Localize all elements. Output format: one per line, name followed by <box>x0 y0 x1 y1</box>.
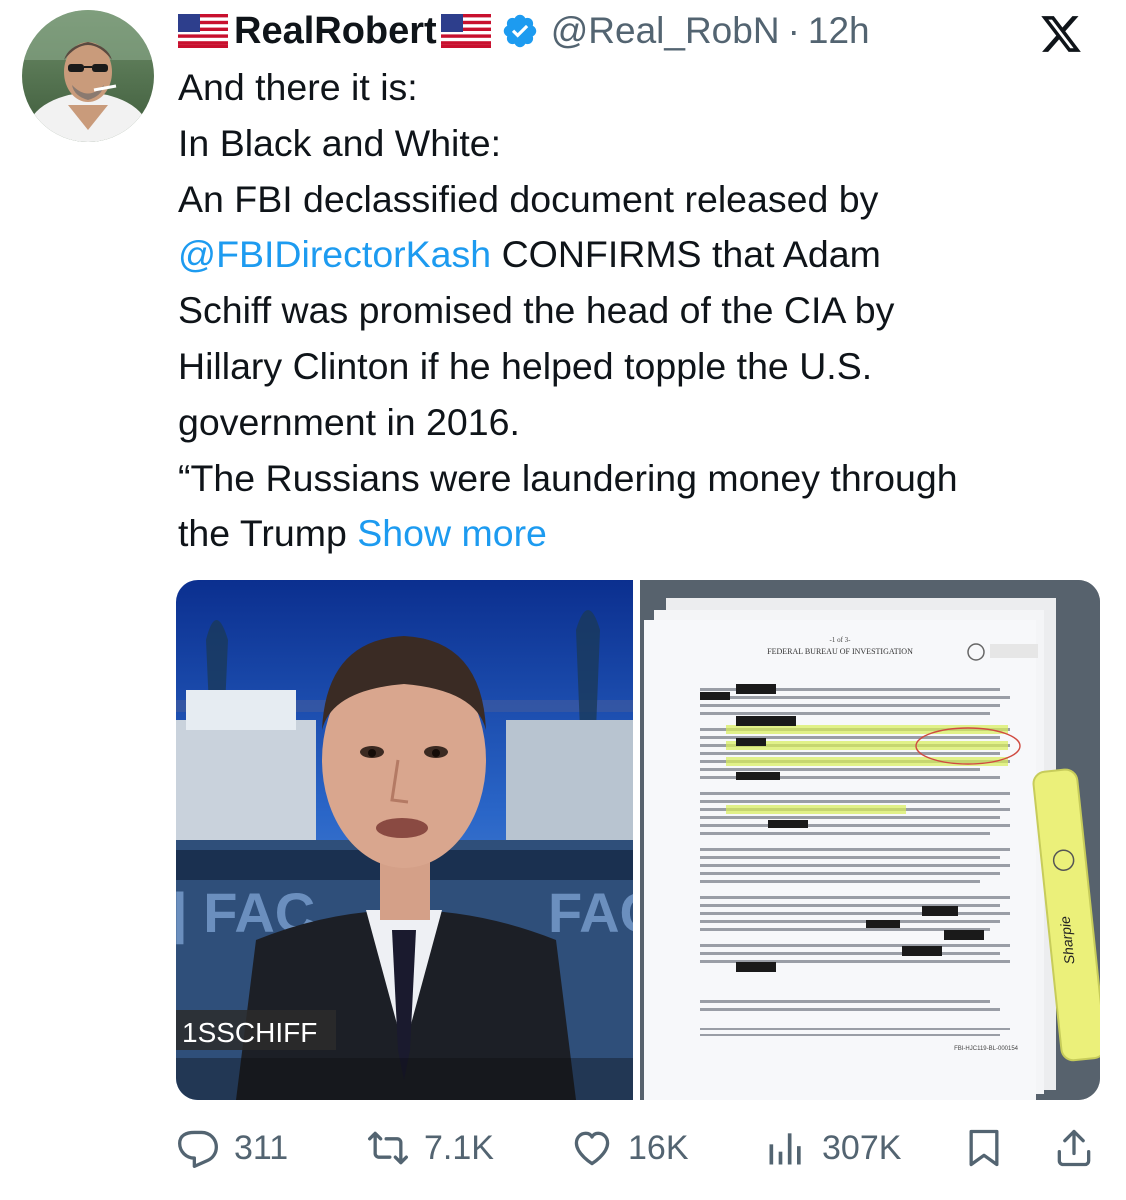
reply-count: 311 <box>234 1128 289 1167</box>
separator-dot: · <box>787 10 800 51</box>
avatar[interactable] <box>22 10 154 142</box>
like-icon <box>574 1131 610 1166</box>
avatar-image <box>22 10 154 142</box>
share-button[interactable] <box>1052 1118 1096 1178</box>
tweet-text: And there it is: In Black and White: An … <box>178 60 1108 562</box>
x-logo-icon[interactable] <box>1038 12 1084 56</box>
action-bar: 311 7.1K 16K 307K <box>176 1118 1096 1178</box>
views-button[interactable]: 307K <box>764 1118 901 1178</box>
mention-link[interactable]: @FBIDirectorKash <box>178 233 491 275</box>
us-flag-icon <box>440 14 491 48</box>
views-count: 307K <box>822 1128 902 1167</box>
repost-button[interactable]: 7.1K <box>366 1118 494 1178</box>
tweet-text-line: government in 2016. <box>178 400 520 443</box>
tweet-text-fragment: CONFIRMS that Adam <box>491 233 881 276</box>
tweet-text-line: @FBIDirectorKash CONFIRMS that Adam <box>178 227 1108 283</box>
media-grid: | FAC FAC 1SSCHIFF -1 of 3- FEDERA <box>176 580 1100 1100</box>
tweet-text-line: An FBI declassified document released by <box>178 177 879 220</box>
reply-button[interactable]: 311 <box>176 1118 288 1178</box>
tweet-text-fragment: the Trump <box>178 512 358 555</box>
svg-text:FAC: FAC <box>548 881 633 944</box>
display-name[interactable]: RealRobert <box>234 10 437 53</box>
doc-header: FEDERAL BUREAU OF INVESTIGATION <box>767 647 913 656</box>
repost-icon <box>368 1131 408 1165</box>
tweet-header: RealRobert @Real_RobN · 12h <box>178 6 870 56</box>
doc-page-label: -1 of 3- <box>830 636 852 644</box>
verified-badge-icon <box>503 14 536 48</box>
bookmark-button[interactable] <box>962 1118 1006 1178</box>
author-handle[interactable]: @Real_RobN <box>551 10 780 52</box>
tweet-text-line: “The Russians were laundering money thro… <box>178 456 958 499</box>
tweet-text-line: the Trump Show more <box>178 506 1108 562</box>
show-more-link[interactable]: Show more <box>357 512 547 554</box>
doc-footer-id: FBI-HJC119-BL-000154 <box>954 1046 1019 1052</box>
tweet-text-line: Hillary Clinton if he helped topple the … <box>178 344 873 387</box>
chyron-text: 1SSCHIFF <box>182 1017 317 1048</box>
like-button[interactable]: 16K <box>570 1118 689 1178</box>
timestamp[interactable]: 12h <box>808 10 870 52</box>
media-image-left: | FAC FAC 1SSCHIFF <box>176 580 633 1100</box>
tweet-text-line: In Black and White: <box>178 121 502 164</box>
media-video-still[interactable]: | FAC FAC 1SSCHIFF <box>176 580 633 1100</box>
like-count: 16K <box>628 1128 689 1167</box>
media-document-photo[interactable]: -1 of 3- FEDERAL BUREAU OF INVESTIGATION <box>640 580 1100 1100</box>
tweet-text-line: Schiff was promised the head of the CIA … <box>178 289 895 332</box>
views-icon <box>769 1133 801 1165</box>
reply-icon <box>178 1130 218 1168</box>
us-flag-icon <box>178 14 228 48</box>
media-image-right: -1 of 3- FEDERAL BUREAU OF INVESTIGATION <box>640 580 1100 1100</box>
repost-count: 7.1K <box>424 1128 494 1167</box>
tweet-text-line: And there it is: <box>178 66 418 108</box>
bookmark-icon <box>969 1129 999 1167</box>
share-icon <box>1057 1129 1091 1167</box>
